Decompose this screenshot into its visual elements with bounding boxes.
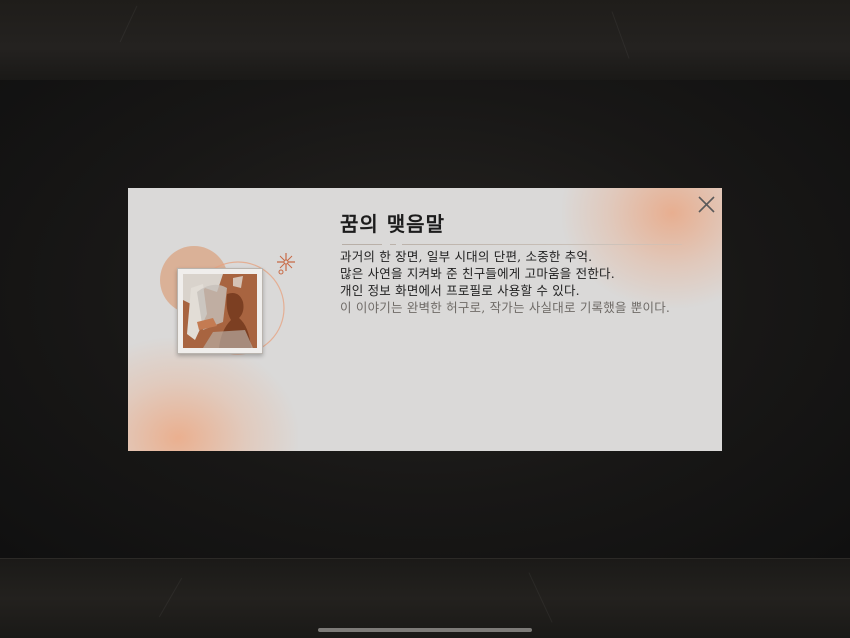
- background-top-band: [0, 0, 850, 81]
- title-divider: [342, 244, 682, 245]
- title-divider-gap: [382, 242, 390, 245]
- portrait-emblem: [156, 244, 296, 374]
- dialog-title: 꿈의 맺음말: [340, 212, 445, 236]
- close-icon[interactable]: [694, 192, 718, 216]
- description-line: 과거의 한 장면, 일부 시대의 단편, 소중한 추억.: [340, 249, 593, 264]
- profile-portrait-icon: [183, 274, 257, 348]
- item-info-dialog: 꿈의 맺음말 과거의 한 장면, 일부 시대의 단편, 소중한 추억. 많은 사…: [128, 188, 722, 451]
- title-divider-gap: [396, 242, 402, 245]
- description-text: 과거의 한 장면, 일부 시대의 단편, 소중한 추억. 많은 사연을 지켜봐 …: [340, 248, 710, 316]
- disclaimer-line: 이 이야기는 완벽한 허구로, 작가는 사실대로 기록했을 뿐이다.: [340, 300, 671, 315]
- background-bottom-band: [0, 558, 850, 638]
- portrait-frame: [177, 268, 263, 354]
- description-line: 개인 정보 화면에서 프로필로 사용할 수 있다.: [340, 283, 580, 298]
- home-indicator[interactable]: [318, 628, 532, 632]
- sparkle-icon: [277, 253, 295, 271]
- description-line: 많은 사연을 지켜봐 준 친구들에게 고마움을 전한다.: [340, 266, 615, 281]
